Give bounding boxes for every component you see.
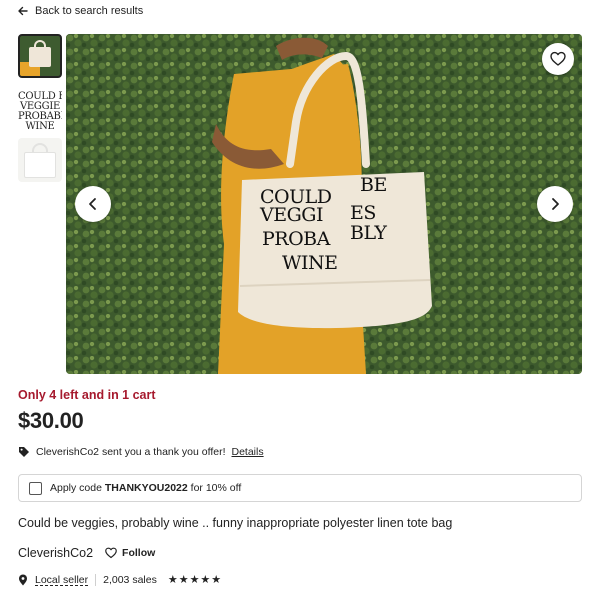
price: $30.00	[18, 408, 84, 433]
tag-icon	[19, 447, 29, 457]
thumbnail-3-plain-bag[interactable]	[18, 138, 62, 182]
coupon-suffix: for 10% off	[187, 482, 242, 494]
back-link-label: Back to search results	[35, 5, 144, 17]
shop-name-link[interactable]: CleverishCo2	[18, 546, 93, 560]
chevron-left-icon	[89, 198, 96, 210]
heart-icon	[550, 51, 566, 66]
back-to-search-link[interactable]: Back to search results	[18, 2, 143, 20]
apply-coupon-option[interactable]: Apply code THANKYOU2022 for 10% off	[18, 474, 582, 502]
thumbnail-1-model-photo[interactable]	[18, 34, 62, 78]
thumbnail-gallery: COULD B VEGGIE PROBABL WINE	[18, 34, 63, 190]
heart-icon	[105, 547, 117, 559]
chevron-right-icon	[552, 198, 559, 210]
bag-print-word: BE	[360, 174, 387, 196]
favorite-button[interactable]	[542, 43, 574, 75]
location-pin-icon	[19, 574, 27, 585]
follow-shop-button[interactable]: Follow	[105, 547, 155, 559]
shop-row: CleverishCo2 Follow	[18, 546, 155, 560]
thumbnail-white-bag	[24, 152, 56, 178]
arrow-left-icon	[18, 6, 28, 16]
listing-title: Could be veggies, probably wine .. funny…	[18, 516, 453, 530]
local-seller-link[interactable]: Local seller	[35, 574, 88, 586]
bag-print-word: PROBA	[262, 228, 330, 250]
coupon-label: Apply code THANKYOU2022 for 10% off	[50, 482, 241, 494]
bag-print-word: BLY	[350, 222, 387, 244]
divider	[95, 573, 97, 586]
bag-print-word: VEGGI	[260, 204, 323, 226]
follow-label: Follow	[122, 547, 156, 559]
next-image-button[interactable]	[537, 186, 573, 222]
thumbnail-text-line: WINE	[25, 121, 55, 131]
bag-print-word: WINE	[282, 252, 338, 274]
previous-image-button[interactable]	[75, 186, 111, 222]
offer-text: CleverishCo2 sent you a thank you offer!	[36, 446, 226, 458]
coupon-checkbox[interactable]	[29, 481, 42, 495]
coupon-code: THANKYOU2022	[104, 482, 188, 494]
sales-count: 2,003 sales	[103, 573, 157, 586]
shop-meta: Local seller 2,003 sales ★★★★★	[18, 573, 222, 586]
rating-stars: ★★★★★	[167, 574, 223, 586]
stock-status: Only 4 left and in 1 cart	[18, 388, 156, 402]
offer-details-link[interactable]: Details	[232, 446, 264, 458]
bag-print-word: ES	[350, 202, 376, 224]
coupon-prefix: Apply code	[50, 482, 105, 494]
main-product-image: COULD BE VEGGI ES PROBA BLY WINE	[66, 34, 582, 374]
thank-you-offer: CleverishCo2 sent you a thank you offer!…	[18, 446, 264, 458]
thumbnail-bag-shape	[29, 47, 51, 67]
thumbnail-2-text-closeup[interactable]: COULD B VEGGIE PROBABL WINE	[18, 86, 62, 130]
